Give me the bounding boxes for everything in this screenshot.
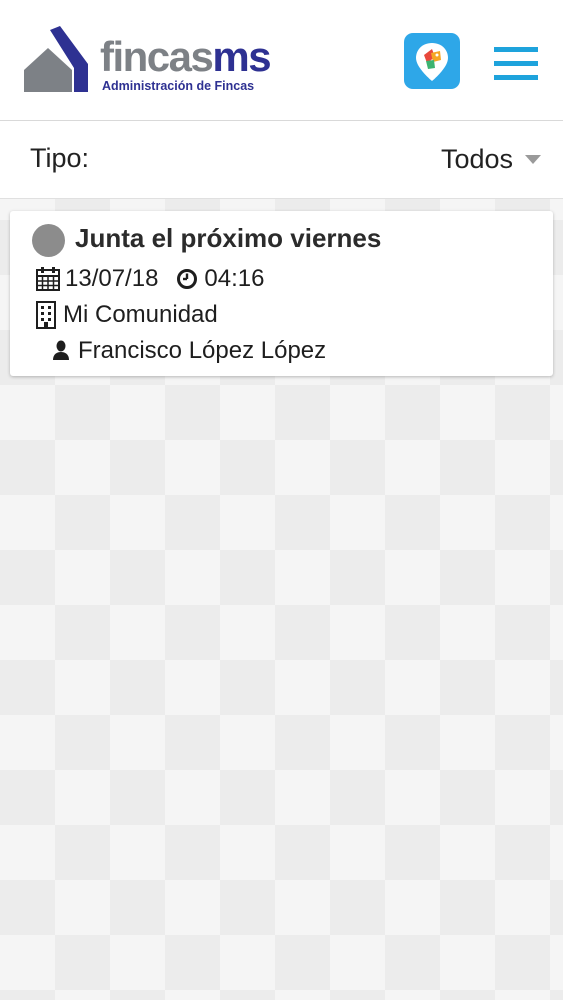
list-item[interactable]: Junta el próximo viernes 13/07/18 04:16 [10, 211, 553, 376]
status-indicator [32, 224, 65, 257]
user-icon [53, 340, 69, 360]
logo-name: fincasms [100, 33, 272, 80]
building-icon [36, 301, 56, 329]
app-header: fincasms Administración de Fincas [0, 0, 563, 121]
calendar-icon [36, 267, 60, 291]
clock-icon [177, 269, 198, 289]
item-datetime-row: 13/07/18 04:16 [35, 265, 264, 293]
type-filter-label: Tipo: [30, 143, 90, 173]
item-person: Francisco López López [78, 337, 327, 364]
type-filter-bar: Tipo: Todos [0, 121, 563, 199]
menu-bar-middle [494, 61, 538, 66]
chevron-down-icon [525, 154, 541, 164]
type-filter-value: Todos [440, 143, 513, 174]
item-community-row: Mi Comunidad [35, 301, 218, 329]
logo-name-fincas: fincas [100, 33, 214, 80]
item-date: 13/07/18 [65, 265, 159, 292]
item-person-row: Francisco López López [52, 337, 326, 365]
item-community: Mi Comunidad [63, 301, 218, 328]
type-filter-select[interactable]: Todos [441, 139, 541, 179]
menu-bar-top [494, 47, 538, 52]
hamburger-menu-icon[interactable] [490, 43, 542, 85]
fincasms-logo[interactable]: fincasms Administración de Fincas [22, 26, 282, 96]
item-time: 04:16 [204, 265, 265, 292]
house-logo-icon [24, 26, 88, 92]
menu-bar-bottom [494, 75, 538, 80]
logo-name-ms: ms [212, 33, 271, 80]
logo-subtitle: Administración de Fincas [102, 79, 255, 93]
item-title: Junta el próximo viernes [75, 223, 382, 253]
map-tags-app-icon[interactable] [404, 33, 460, 89]
